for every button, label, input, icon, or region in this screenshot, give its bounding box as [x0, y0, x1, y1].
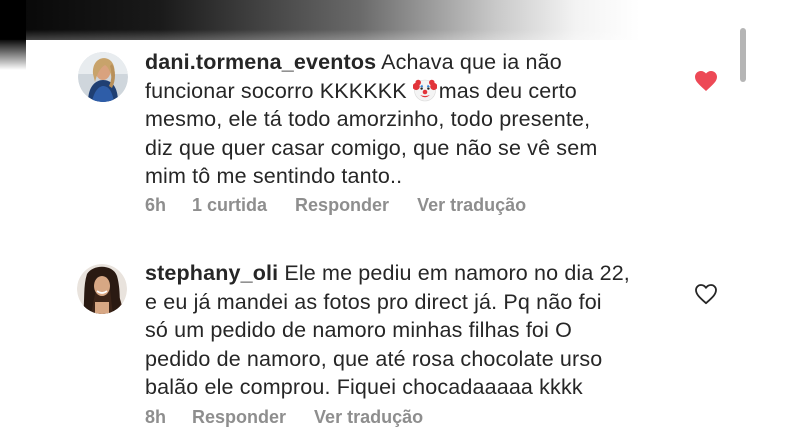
- comment-text-segment: Achava que ia não: [381, 50, 562, 74]
- scrollbar-thumb[interactable]: [740, 28, 746, 82]
- comment-username[interactable]: stephany_oli: [145, 261, 278, 285]
- reply-button[interactable]: Responder: [295, 195, 389, 216]
- comment-text: stephany_oli Ele me pediu em namoro no d…: [145, 259, 685, 402]
- comment-timestamp: 6h: [145, 195, 167, 215]
- comment-line: dani.tormena_eventos Achava que ia não: [145, 48, 685, 77]
- comment-meta: 6h 1 curtida Responder Ver tradução: [145, 195, 526, 216]
- comment-line: mim tô me sentindo tanto..: [145, 164, 403, 188]
- clown-face-emoji-icon: [412, 79, 437, 101]
- comment-line: funcionar socorro KKKKKK mas deu certo: [145, 77, 685, 106]
- comment-line: pedido de namoro, que até rosa chocolate…: [145, 346, 603, 371]
- comment-line: diz que quer casar comigo, que não se vê…: [145, 135, 598, 160]
- comment-username[interactable]: dani.tormena_eventos: [145, 50, 376, 74]
- reply-button[interactable]: Responder: [192, 407, 286, 428]
- see-translation-button[interactable]: Ver tradução: [417, 195, 526, 216]
- comment-line: e eu já mandei as fotos pro direct já. P…: [145, 289, 602, 314]
- comment-meta: 8h Responder Ver tradução: [145, 407, 423, 428]
- avatar-photo-icon: [78, 52, 128, 102]
- comment-item: stephany_oli Ele me pediu em namoro no d…: [0, 230, 800, 446]
- comment-text-segment: mas deu certo: [438, 78, 577, 103]
- comment-text-segment: funcionar socorro KKKKKK: [145, 78, 407, 103]
- comment-line: balão ele comprou. Fiquei chocadaaaaa kk…: [145, 375, 583, 399]
- likes-count-button[interactable]: 1 curtida: [192, 195, 267, 216]
- comment-text: dani.tormena_eventos Achava que ia não f…: [145, 48, 685, 191]
- comment-line: mesmo, ele tá todo amorzinho, todo prese…: [145, 107, 591, 131]
- comment-item: dani.tormena_eventos Achava que ia não f…: [0, 0, 800, 230]
- heart-filled-icon[interactable]: [694, 70, 718, 92]
- see-translation-button[interactable]: Ver tradução: [314, 407, 423, 428]
- avatar-photo-icon: [77, 264, 127, 314]
- comment-timestamp: 8h: [145, 407, 167, 427]
- comments-screen: dani.tormena_eventos Achava que ia não f…: [0, 0, 800, 446]
- comment-text-segment: Ele me pediu em namoro no dia 22,: [284, 261, 630, 285]
- comment-line: só um pedido de namoro minhas filhas foi…: [145, 318, 572, 342]
- avatar[interactable]: [77, 264, 127, 314]
- heart-outline-icon[interactable]: [694, 283, 718, 305]
- avatar[interactable]: [78, 52, 128, 102]
- comment-line: stephany_oli Ele me pediu em namoro no d…: [145, 259, 685, 288]
